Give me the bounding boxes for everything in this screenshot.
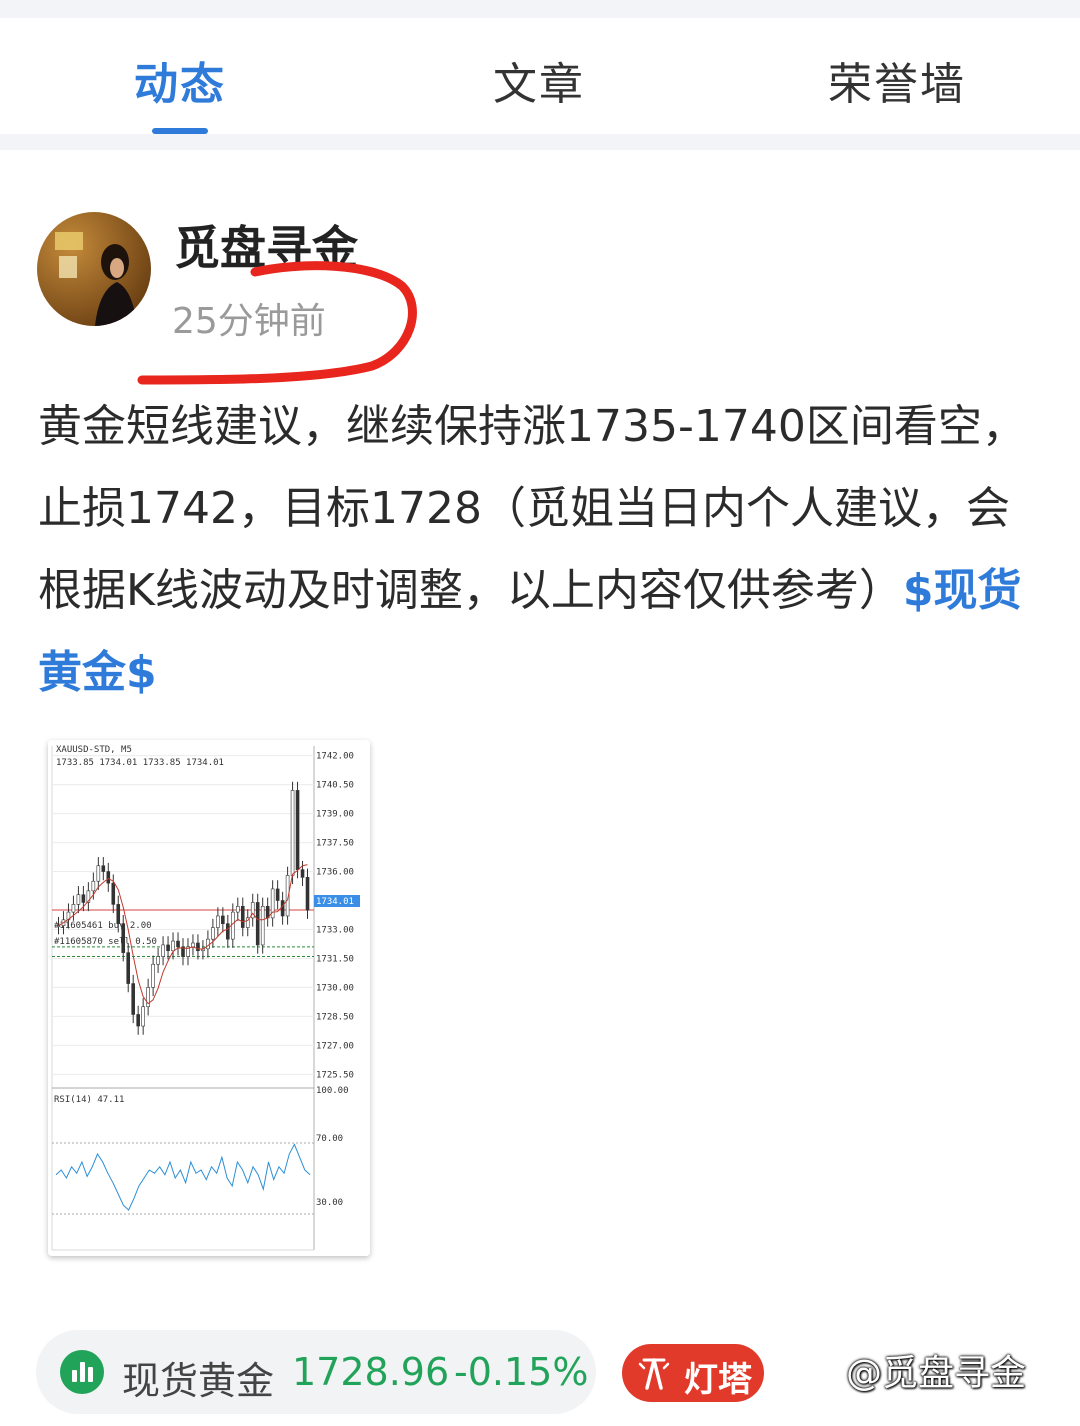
candle-body <box>290 790 295 876</box>
candle-body <box>176 940 180 948</box>
price-tick-label: 1742.00 <box>316 752 354 762</box>
price-tick-label: 1733.00 <box>316 925 354 935</box>
avatar[interactable] <box>37 212 151 326</box>
candle-body <box>121 923 126 953</box>
price-tick-label: 1725.50 <box>316 1070 354 1080</box>
order-sell-label: #11605870 sell 0.50 <box>54 937 157 947</box>
rsi-tick-label: 30.00 <box>316 1198 343 1208</box>
section-divider <box>0 134 1080 150</box>
tab-bar: 动态 文章 荣誉墙 <box>0 18 1080 134</box>
candle-body <box>91 880 96 892</box>
candle-body <box>226 923 230 940</box>
lighthouse-button[interactable]: 灯塔 <box>622 1344 764 1402</box>
candle-body <box>191 942 195 948</box>
candle-body <box>275 888 280 901</box>
candle-body <box>300 869 305 878</box>
bar-chart-icon <box>60 1350 104 1394</box>
post-time: 25分钟前 <box>172 301 326 342</box>
candle-body <box>151 963 155 988</box>
candle-body <box>231 911 235 940</box>
status-area <box>0 0 1080 18</box>
tab-honor-wall[interactable]: 荣誉墙 <box>828 48 966 112</box>
candle-body <box>240 906 245 928</box>
candle-body <box>295 790 300 870</box>
candle-body <box>136 1014 140 1027</box>
candle-body <box>255 902 260 946</box>
tab-dynamic[interactable]: 动态 <box>134 48 226 112</box>
chart-symbol-label: XAUUSD-STD, M5 <box>56 745 132 755</box>
candle-body <box>141 1006 145 1027</box>
post-text: 黄金短线建议，继续保持涨1735-1740区间看空，止损1742，目标1728（… <box>38 401 1026 616</box>
candle-body <box>96 865 101 882</box>
candle-body <box>71 904 76 913</box>
candle-body <box>56 925 61 927</box>
price-tick-label: 1740.50 <box>316 781 354 791</box>
rsi-tick-label: 70.00 <box>316 1134 343 1144</box>
candle-body <box>196 942 200 952</box>
candle-body <box>156 956 160 965</box>
quote-card[interactable]: 现货黄金 1728.96 -0.15% <box>36 1330 596 1414</box>
lighthouse-label: 灯塔 <box>684 1360 752 1400</box>
candle-body <box>280 900 285 917</box>
chart-ohlc-label: 1733.85 1734.01 1733.85 1734.01 <box>56 758 224 768</box>
candle-body <box>211 927 215 940</box>
candle-body <box>76 894 81 905</box>
candle-body <box>116 904 121 924</box>
candle-body <box>131 983 135 1015</box>
rsi-tick-label: 100.00 <box>316 1086 349 1096</box>
price-tick-label: 1731.50 <box>316 954 354 964</box>
avatar-photo <box>55 232 137 326</box>
price-tick-label: 1727.00 <box>316 1041 354 1051</box>
candle-body <box>171 940 175 952</box>
candle-body <box>111 882 116 905</box>
candle-body <box>161 944 165 957</box>
price-tick-label: 1728.50 <box>316 1012 354 1022</box>
quote-change: -0.15% <box>454 1350 589 1394</box>
candle-body <box>101 865 106 872</box>
price-tick-label: 1739.00 <box>316 810 354 820</box>
post-body: 黄金短线建议，继续保持涨1735-1740区间看空，止损1742，目标1728（… <box>38 386 1038 714</box>
candle-body <box>126 952 131 984</box>
price-tick-label: 1736.00 <box>316 868 354 878</box>
candle-body <box>166 944 170 952</box>
candle-body <box>81 894 86 903</box>
candle-body <box>221 915 225 924</box>
candle-body <box>206 938 210 950</box>
watermark: @觅盘寻金 <box>846 1353 1027 1394</box>
rsi-label: RSI(14) 47.11 <box>54 1095 124 1105</box>
price-chart: XAUUSD-STD, M5 1733.85 1734.01 1733.85 1… <box>48 740 370 1256</box>
post-author-name[interactable]: 觅盘寻金 <box>174 212 358 278</box>
price-tick-label: 1737.50 <box>316 839 354 849</box>
candle-body <box>106 871 111 884</box>
quote-name: 现货黄金 <box>122 1359 275 1403</box>
lighthouse-icon <box>638 1358 670 1390</box>
candle-body <box>305 877 310 911</box>
candle-body <box>216 915 220 928</box>
current-price-text: 1734.01 <box>316 897 354 907</box>
quote-price: 1728.96 <box>292 1350 450 1394</box>
price-tick-label: 1730.00 <box>316 983 354 993</box>
chart-image[interactable]: XAUUSD-STD, M5 1733.85 1734.01 1733.85 1… <box>48 740 370 1256</box>
candle-body <box>235 906 240 913</box>
candle-body <box>260 906 265 946</box>
tab-articles[interactable]: 文章 <box>493 48 585 112</box>
